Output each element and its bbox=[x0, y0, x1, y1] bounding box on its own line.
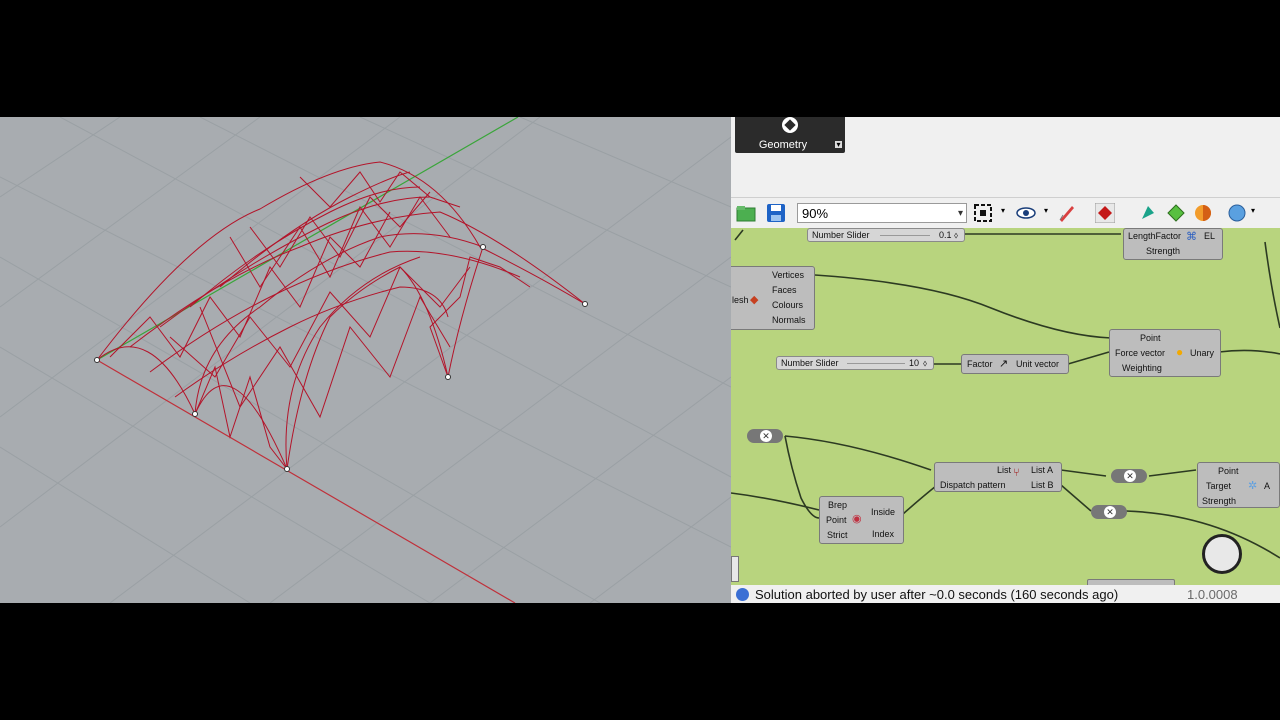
input-brep: Brep bbox=[828, 500, 848, 510]
output-vertices: Vertices bbox=[772, 270, 805, 280]
slider-label: Number Slider bbox=[812, 230, 870, 240]
output-el: EL bbox=[1204, 231, 1216, 241]
output-faces: Faces bbox=[772, 285, 797, 295]
output-normals: Normals bbox=[772, 315, 806, 325]
version-label: 1.0.0008 bbox=[1187, 587, 1238, 602]
slider-track[interactable] bbox=[880, 235, 930, 236]
input-factor: Factor bbox=[967, 359, 993, 369]
point-in-brep-component[interactable]: Brep Point Strict ◉ Inside Index bbox=[819, 496, 904, 544]
solver-dial-icon[interactable] bbox=[1202, 534, 1242, 574]
unary-icon: ● bbox=[1176, 345, 1184, 359]
expand-icon[interactable]: ▾ bbox=[835, 141, 842, 149]
dispatch-icon: ⑂ bbox=[1013, 467, 1020, 479]
input-point: Point bbox=[1140, 333, 1161, 343]
slider-value: 10 bbox=[909, 358, 920, 368]
output-a: A bbox=[1264, 481, 1271, 491]
input-list: List bbox=[997, 465, 1012, 475]
slider-grip-icon[interactable]: ⬨ bbox=[954, 230, 958, 241]
slider-track[interactable] bbox=[847, 363, 905, 364]
dropdown-arrow-icon[interactable]: ▾ bbox=[1001, 206, 1005, 215]
preview-selected-icon[interactable] bbox=[1166, 203, 1186, 223]
slider-label: Number Slider bbox=[781, 358, 839, 368]
output-inside: Inside bbox=[871, 507, 896, 517]
input-force-vector: Force vector bbox=[1115, 348, 1166, 358]
number-slider-factor[interactable]: Number Slider 10 ⬨ bbox=[776, 356, 934, 370]
status-message: Solution aborted by user after ~0.0 seco… bbox=[755, 587, 1119, 602]
save-icon[interactable] bbox=[766, 203, 786, 223]
viewport-scene bbox=[0, 117, 731, 603]
deconstruct-mesh-component[interactable]: lesh ◆ Vertices Faces Colours Normals bbox=[731, 266, 815, 330]
zoom-value: 90% bbox=[802, 206, 829, 221]
slider-grip-icon[interactable]: ⬨ bbox=[923, 358, 927, 369]
relay-x-button[interactable] bbox=[1091, 505, 1127, 519]
dropdown-arrow-icon[interactable]: ▾ bbox=[1251, 206, 1255, 215]
sketch-pen-icon[interactable] bbox=[1057, 203, 1077, 223]
zoom-extents-icon[interactable] bbox=[973, 203, 993, 223]
input-target: Target bbox=[1206, 481, 1232, 491]
dropdown-arrow-icon[interactable]: ▾ bbox=[1044, 206, 1048, 215]
input-lengthfactor: LengthFactor bbox=[1128, 231, 1182, 241]
anchor-component[interactable]: Point Target Strength ✲ A bbox=[1197, 462, 1280, 508]
output-unary: Unary bbox=[1190, 348, 1215, 358]
material-sphere-icon[interactable] bbox=[1193, 203, 1213, 223]
number-slider-strength[interactable]: Number Slider 0.1 ⬨ bbox=[807, 228, 965, 242]
input-point: Point bbox=[1218, 466, 1239, 476]
relay-x-button[interactable] bbox=[1111, 469, 1147, 483]
output-list-a: List A bbox=[1031, 465, 1054, 475]
unit-vector-component[interactable]: Factor ↗ Unit vector bbox=[961, 354, 1069, 374]
edge-length-icon: ⌘ bbox=[1186, 231, 1197, 243]
preview-eye-icon[interactable] bbox=[1016, 203, 1036, 223]
input-dispatch-pattern: Dispatch pattern bbox=[940, 480, 1006, 490]
canvas-toolbar: 90% ▾ ▾ ▾ ▾ bbox=[731, 197, 1280, 229]
input-mesh: lesh bbox=[732, 295, 749, 305]
output-index: Index bbox=[872, 529, 895, 539]
scroll-handle[interactable] bbox=[731, 556, 739, 582]
geometry-icon bbox=[782, 117, 798, 133]
geometry-tab-label: Geometry bbox=[758, 139, 808, 151]
globe-icon[interactable] bbox=[1227, 203, 1247, 223]
edge-length-component[interactable]: LengthFactor Strength ⌘ EL bbox=[1123, 228, 1223, 260]
point-in-brep-icon: ◉ bbox=[852, 513, 862, 525]
open-file-icon[interactable] bbox=[736, 203, 756, 223]
output-colours: Colours bbox=[772, 300, 804, 310]
unary-force-component[interactable]: Point Force vector Weighting ● Unary bbox=[1109, 329, 1221, 377]
grasshopper-canvas[interactable]: Number Slider 0.1 ⬨ LengthFactor Strengt… bbox=[731, 228, 1280, 585]
chevron-down-icon: ▾ bbox=[957, 208, 963, 219]
rhino-viewport[interactable] bbox=[0, 117, 731, 603]
input-strength: Strength bbox=[1202, 496, 1237, 506]
preview-shaded-icon[interactable] bbox=[1138, 203, 1158, 223]
dispatch-component[interactable]: List Dispatch pattern ⑂ List A List B bbox=[934, 462, 1062, 492]
anchor-icon: ✲ bbox=[1248, 480, 1258, 492]
disable-solver-icon[interactable] bbox=[1095, 203, 1115, 223]
geometry-parameter-tab[interactable]: Geometry ▾ bbox=[735, 117, 845, 153]
unit-vector-icon: ↗ bbox=[999, 358, 1009, 370]
output-list-b: List B bbox=[1031, 480, 1054, 490]
input-weighting: Weighting bbox=[1122, 363, 1162, 373]
input-strength: Strength bbox=[1146, 246, 1181, 256]
info-icon bbox=[736, 588, 749, 601]
mesh-icon: ◆ bbox=[750, 294, 759, 306]
output-unit-vector: Unit vector bbox=[1016, 359, 1060, 369]
status-bar: Solution aborted by user after ~0.0 seco… bbox=[731, 587, 1280, 603]
zoom-select[interactable]: 90% ▾ bbox=[797, 203, 967, 223]
grasshopper-window: Geometry ▾ 90% ▾ ▾ ▾ ▾ Number Slider 0.1… bbox=[731, 117, 1280, 603]
partial-component[interactable] bbox=[1087, 579, 1175, 585]
input-point: Point bbox=[826, 515, 847, 525]
relay-x-button[interactable] bbox=[747, 429, 783, 443]
input-strict: Strict bbox=[827, 530, 848, 540]
slider-value: 0.1 bbox=[939, 230, 952, 240]
